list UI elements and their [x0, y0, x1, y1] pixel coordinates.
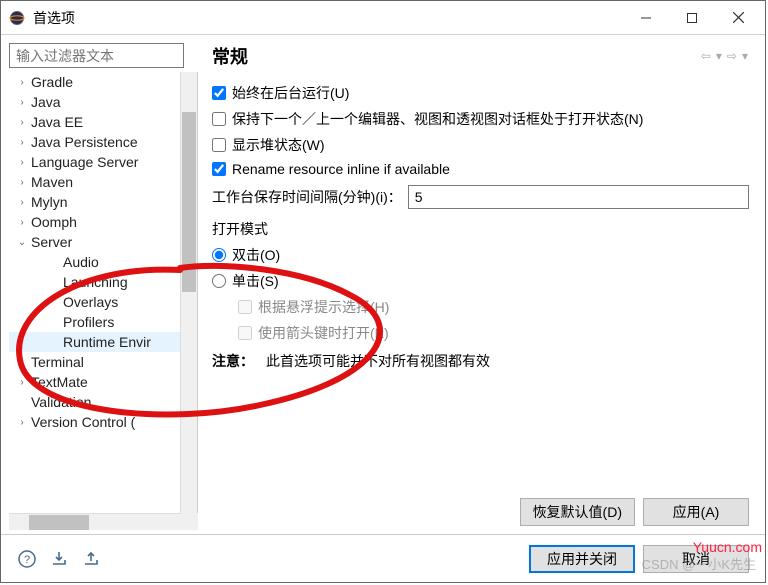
tree-item-label: Language Server	[29, 154, 138, 170]
tree-item-maven[interactable]: ›Maven	[9, 172, 197, 192]
checkbox-select-on-hover-label: 根据悬浮提示选择(H)	[258, 297, 389, 317]
tree-item-launching[interactable]: Launching	[9, 272, 197, 292]
tree-item-terminal[interactable]: ›Terminal	[9, 352, 197, 372]
tree-item-label: Launching	[61, 274, 128, 290]
chevron-right-icon[interactable]: ›	[15, 177, 29, 188]
chevron-right-icon[interactable]: ›	[15, 357, 29, 368]
save-interval-input[interactable]	[408, 185, 749, 209]
chevron-right-icon[interactable]: ›	[15, 77, 29, 88]
export-icon[interactable]	[81, 549, 101, 569]
restore-defaults-button[interactable]: 恢复默认值(D)	[520, 498, 635, 526]
chevron-right-icon[interactable]: ›	[15, 217, 29, 228]
tree-item-validation[interactable]: Validation	[9, 392, 197, 412]
maximize-button[interactable]	[669, 3, 715, 33]
tree-item-label: Oomph	[29, 214, 77, 230]
svg-text:?: ?	[24, 554, 30, 566]
page-title: 常规	[212, 43, 248, 69]
tree-item-label: Java EE	[29, 114, 83, 130]
minimize-button[interactable]	[623, 3, 669, 33]
checkbox-open-arrow-keys-label: 使用箭头键时打开(K)	[258, 323, 389, 343]
filter-input[interactable]	[9, 43, 184, 68]
tree-item-label: Runtime Envir	[61, 334, 151, 350]
tree-item-label: Audio	[61, 254, 99, 270]
tree-item-server[interactable]: ⌄Server	[9, 232, 197, 252]
tree-item-label: Overlays	[61, 294, 118, 310]
radio-single-click[interactable]	[212, 274, 226, 288]
open-mode-label: 打开模式	[212, 219, 749, 239]
tree-item-label: Terminal	[29, 354, 84, 370]
chevron-right-icon[interactable]: ›	[15, 117, 29, 128]
forward-icon[interactable]: ⇨	[727, 49, 738, 63]
horizontal-scrollbar[interactable]	[9, 513, 181, 530]
tree-item-label: Version Control (	[29, 414, 135, 430]
help-icon[interactable]: ?	[17, 549, 37, 569]
radio-double-click-label: 双击(O)	[232, 245, 280, 265]
window-title: 首选项	[33, 8, 75, 28]
radio-double-click[interactable]	[212, 248, 226, 262]
checkbox-select-on-hover	[238, 300, 252, 314]
vertical-scrollbar[interactable]	[180, 72, 197, 513]
checkbox-keep-editor[interactable]	[212, 112, 226, 126]
close-button[interactable]	[715, 3, 761, 33]
tree-item-java-persistence[interactable]: ›Java Persistence	[9, 132, 197, 152]
nav-arrows[interactable]: ⇦▾ ⇨▾	[701, 49, 749, 63]
titlebar: 首选项	[1, 1, 765, 35]
tree-item-label: Validation	[29, 394, 91, 410]
radio-single-click-label: 单击(S)	[232, 271, 279, 291]
apply-button[interactable]: 应用(A)	[643, 498, 749, 526]
chevron-right-icon[interactable]: ›	[15, 417, 29, 428]
checkbox-open-arrow-keys	[238, 326, 252, 340]
import-icon[interactable]	[49, 549, 69, 569]
tree-item-overlays[interactable]: Overlays	[9, 292, 197, 312]
tree-item-runtime-envir[interactable]: Runtime Envir	[9, 332, 197, 352]
tree-item-java-ee[interactable]: ›Java EE	[9, 112, 197, 132]
chevron-right-icon[interactable]: ›	[15, 97, 29, 108]
tree-item-java[interactable]: ›Java	[9, 92, 197, 112]
sidebar: ›Gradle›Java›Java EE›Java Persistence›La…	[1, 35, 198, 534]
back-icon[interactable]: ⇦	[701, 49, 712, 63]
tree-item-gradle[interactable]: ›Gradle	[9, 72, 197, 92]
chevron-right-icon[interactable]: ›	[15, 157, 29, 168]
checkbox-rename-inline[interactable]	[212, 162, 226, 176]
checkbox-heap-status[interactable]	[212, 138, 226, 152]
checkbox-run-background-label: 始终在后台运行(U)	[232, 83, 349, 103]
tree-item-profilers[interactable]: Profilers	[9, 312, 197, 332]
tree-item-label: Java	[29, 94, 61, 110]
preferences-tree[interactable]: ›Gradle›Java›Java EE›Java Persistence›La…	[9, 72, 198, 513]
note-text: 此首选项可能并不对所有视图都有效	[266, 353, 490, 369]
checkbox-heap-status-label: 显示堆状态(W)	[232, 135, 325, 155]
watermark: Yuucn.com	[693, 539, 762, 555]
chevron-right-icon[interactable]: ›	[15, 137, 29, 148]
chevron-right-icon[interactable]: ›	[15, 377, 29, 388]
tree-item-language-server[interactable]: ›Language Server	[9, 152, 197, 172]
checkbox-rename-inline-label: Rename resource inline if available	[232, 161, 450, 177]
tree-item-audio[interactable]: Audio	[9, 252, 197, 272]
checkbox-keep-editor-label: 保持下一个／上一个编辑器、视图和透视图对话框处于打开状态(N)	[232, 109, 643, 129]
tree-item-label: Gradle	[29, 74, 73, 90]
save-interval-label: 工作台保存时间间隔(分钟)(i)：	[212, 187, 402, 207]
app-icon	[9, 10, 25, 26]
tree-item-label: Mylyn	[29, 194, 68, 210]
tree-item-mylyn[interactable]: ›Mylyn	[9, 192, 197, 212]
tree-item-label: Server	[29, 234, 72, 250]
tree-item-textmate[interactable]: ›TextMate	[9, 372, 197, 392]
tree-item-label: TextMate	[29, 374, 88, 390]
tree-item-version-control-[interactable]: ›Version Control (	[9, 412, 197, 432]
checkbox-run-background[interactable]	[212, 86, 226, 100]
chevron-down-icon[interactable]: ⌄	[15, 237, 29, 248]
tree-item-label: Java Persistence	[29, 134, 138, 150]
apply-and-close-button[interactable]: 应用并关闭	[529, 545, 635, 573]
tree-item-label: Profilers	[61, 314, 114, 330]
tree-item-oomph[interactable]: ›Oomph	[9, 212, 197, 232]
chevron-right-icon[interactable]: ›	[15, 197, 29, 208]
tree-item-label: Maven	[29, 174, 73, 190]
main-panel: 常规 ⇦▾ ⇨▾ 始终在后台运行(U) 保持下一个／上一个编辑器、视图和透视图对…	[198, 35, 765, 534]
note-label: 注意：	[212, 353, 254, 369]
csdn-watermark: CSDN @一小K先生	[642, 554, 756, 573]
